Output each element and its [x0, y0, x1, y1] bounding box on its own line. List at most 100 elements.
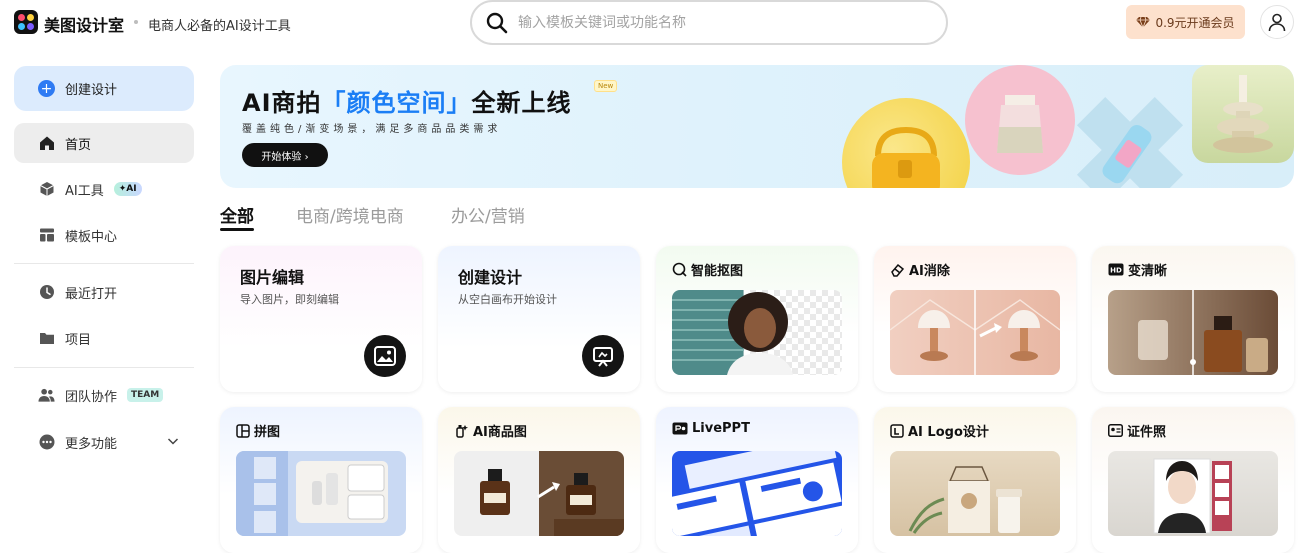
yellow-bag-image — [842, 98, 970, 188]
tab-ecommerce[interactable]: 电商/跨境电商 — [296, 202, 404, 227]
card-ai-eraser[interactable]: AI消除 — [874, 246, 1076, 392]
id-photo-preview-image — [1108, 451, 1278, 536]
banner-title-pre: AI商拍 — [242, 89, 322, 117]
card-smart-cutout[interactable]: 智能抠图 — [656, 246, 858, 392]
ai-logo-preview-image — [890, 451, 1060, 536]
collage-preview-image — [236, 451, 406, 536]
sidebar-item-label: AI工具 — [65, 183, 104, 199]
tagline: 电商人必备的AI设计工具 — [148, 19, 291, 34]
image-icon[interactable] — [364, 335, 406, 377]
card-title: 创建设计 — [458, 268, 523, 287]
product-icon — [456, 425, 468, 438]
card-collage[interactable]: 拼图 — [220, 407, 422, 553]
sidebar-item-team[interactable]: 团队协作 TEAM — [14, 375, 194, 415]
sidebar-item-label: 首页 — [65, 137, 92, 153]
card-image-edit[interactable]: 图片编辑 导入图片，即刻编辑 — [220, 246, 422, 392]
search-input[interactable] — [518, 12, 918, 34]
sidebar-item-ai-tools[interactable]: AI工具 ✦AI — [14, 169, 194, 209]
card-title-row: LivePPT — [672, 421, 750, 436]
more-icon — [38, 434, 55, 451]
card-subtitle: 导入图片，即刻编辑 — [240, 293, 339, 306]
ai-product-preview-image — [454, 451, 624, 536]
ppt-icon — [672, 422, 688, 435]
search-icon — [486, 12, 508, 34]
card-title-row: 拼图 — [236, 421, 280, 440]
separator-dot — [134, 20, 138, 24]
vip-label: 0.9元开通会员 — [1155, 15, 1235, 30]
collage-icon — [236, 423, 250, 438]
banner-title-highlight: 「颜色空间」 — [321, 89, 472, 117]
liveppt-preview-image — [672, 451, 842, 536]
sidebar-item-label: 团队协作 — [65, 389, 118, 405]
card-ai-product-image[interactable]: AI商品图 — [438, 407, 640, 553]
meitu-logo-icon[interactable] — [14, 10, 38, 34]
user-icon — [1268, 13, 1286, 32]
sidebar-item-projects[interactable]: 项目 — [14, 318, 194, 358]
blue-cross-shape — [1075, 95, 1185, 188]
banner-start-button[interactable]: 开始体验 › — [242, 143, 328, 167]
card-title-row: AI消除 — [890, 260, 950, 279]
card-title: AI商品图 — [473, 425, 527, 440]
create-design-label: 创建设计 — [65, 83, 118, 98]
card-enhance-clarity[interactable]: HD 变清晰 — [1092, 246, 1294, 392]
card-create-design[interactable]: 创建设计 从空白画布开始设计 — [438, 246, 640, 392]
team-badge: TEAM — [127, 388, 164, 402]
sidebar-item-recent[interactable]: 最近打开 — [14, 272, 194, 312]
card-title: LivePPT — [692, 421, 750, 436]
sidebar-item-label: 最近打开 — [65, 286, 118, 302]
vip-button[interactable]: 0.9元开通会员 — [1126, 5, 1245, 39]
diamond-icon — [1136, 16, 1151, 28]
id-photo-icon — [1108, 424, 1123, 437]
card-subtitle: 从空白画布开始设计 — [458, 293, 557, 306]
create-design-button[interactable]: + 创建设计 — [14, 66, 194, 111]
card-title-row: HD 变清晰 — [1108, 260, 1167, 279]
new-badge: New — [594, 80, 618, 92]
svg-text:HD: HD — [1110, 267, 1122, 275]
eraser-preview-image — [890, 290, 1060, 375]
card-title: 图片编辑 — [240, 268, 305, 287]
canvas-icon[interactable] — [582, 335, 624, 377]
sidebar-divider — [14, 367, 194, 368]
card-title-row: AI商品图 — [454, 421, 527, 440]
sidebar-item-home[interactable]: 首页 — [14, 123, 194, 163]
hd-icon: HD — [1108, 263, 1124, 276]
sidebar-item-templates[interactable]: 模板中心 — [14, 215, 194, 255]
card-title: 变清晰 — [1128, 264, 1168, 279]
card-ai-logo-design[interactable]: AI Logo设计 — [874, 407, 1076, 553]
eraser-icon — [891, 263, 905, 277]
home-icon — [38, 135, 55, 152]
card-title-row: AI Logo设计 — [890, 421, 989, 440]
card-title-row: 证件照 — [1108, 421, 1166, 440]
sidebar-item-label: 项目 — [65, 332, 92, 348]
sidebar-item-more[interactable]: 更多功能 — [14, 422, 194, 462]
tab-all[interactable]: 全部 — [220, 202, 254, 231]
card-id-photo[interactable]: 证件照 — [1092, 407, 1294, 553]
cutout-icon — [672, 262, 687, 277]
template-icon — [38, 227, 55, 244]
tab-office-marketing[interactable]: 办公/营销 — [451, 202, 525, 227]
card-title: 拼图 — [254, 425, 281, 440]
cube-icon — [38, 181, 55, 198]
card-title: AI Logo设计 — [908, 425, 989, 440]
banner-subtitle: 覆盖纯色/渐变场景，满足多商品品类需求 — [242, 124, 502, 135]
pink-jug-image — [965, 65, 1075, 175]
card-title: 智能抠图 — [691, 264, 744, 279]
card-liveppt[interactable]: LivePPT — [656, 407, 858, 553]
ai-badge: ✦AI — [113, 182, 142, 196]
search-bar[interactable] — [470, 0, 948, 45]
cutout-preview-image — [672, 290, 842, 375]
logo-icon — [890, 423, 904, 438]
top-bar: 美图设计室 电商人必备的AI设计工具 0.9元开通会员 — [0, 0, 1308, 46]
clarity-preview-image — [1108, 290, 1278, 375]
candle-holder-image — [1192, 65, 1294, 163]
team-icon — [38, 387, 55, 404]
sidebar-divider — [14, 263, 194, 264]
chevron-down-icon[interactable] — [166, 434, 180, 448]
banner-title: AI商拍「颜色空间」全新上线 — [242, 83, 572, 118]
brand-name[interactable]: 美图设计室 — [44, 12, 124, 36]
sidebar-item-label: 模板中心 — [65, 229, 118, 245]
folder-icon — [38, 330, 55, 347]
user-avatar[interactable] — [1260, 5, 1294, 39]
promo-banner[interactable]: AI商拍「颜色空间」全新上线 New 覆盖纯色/渐变场景，满足多商品品类需求 开… — [220, 65, 1294, 188]
card-title: 证件照 — [1127, 425, 1167, 440]
